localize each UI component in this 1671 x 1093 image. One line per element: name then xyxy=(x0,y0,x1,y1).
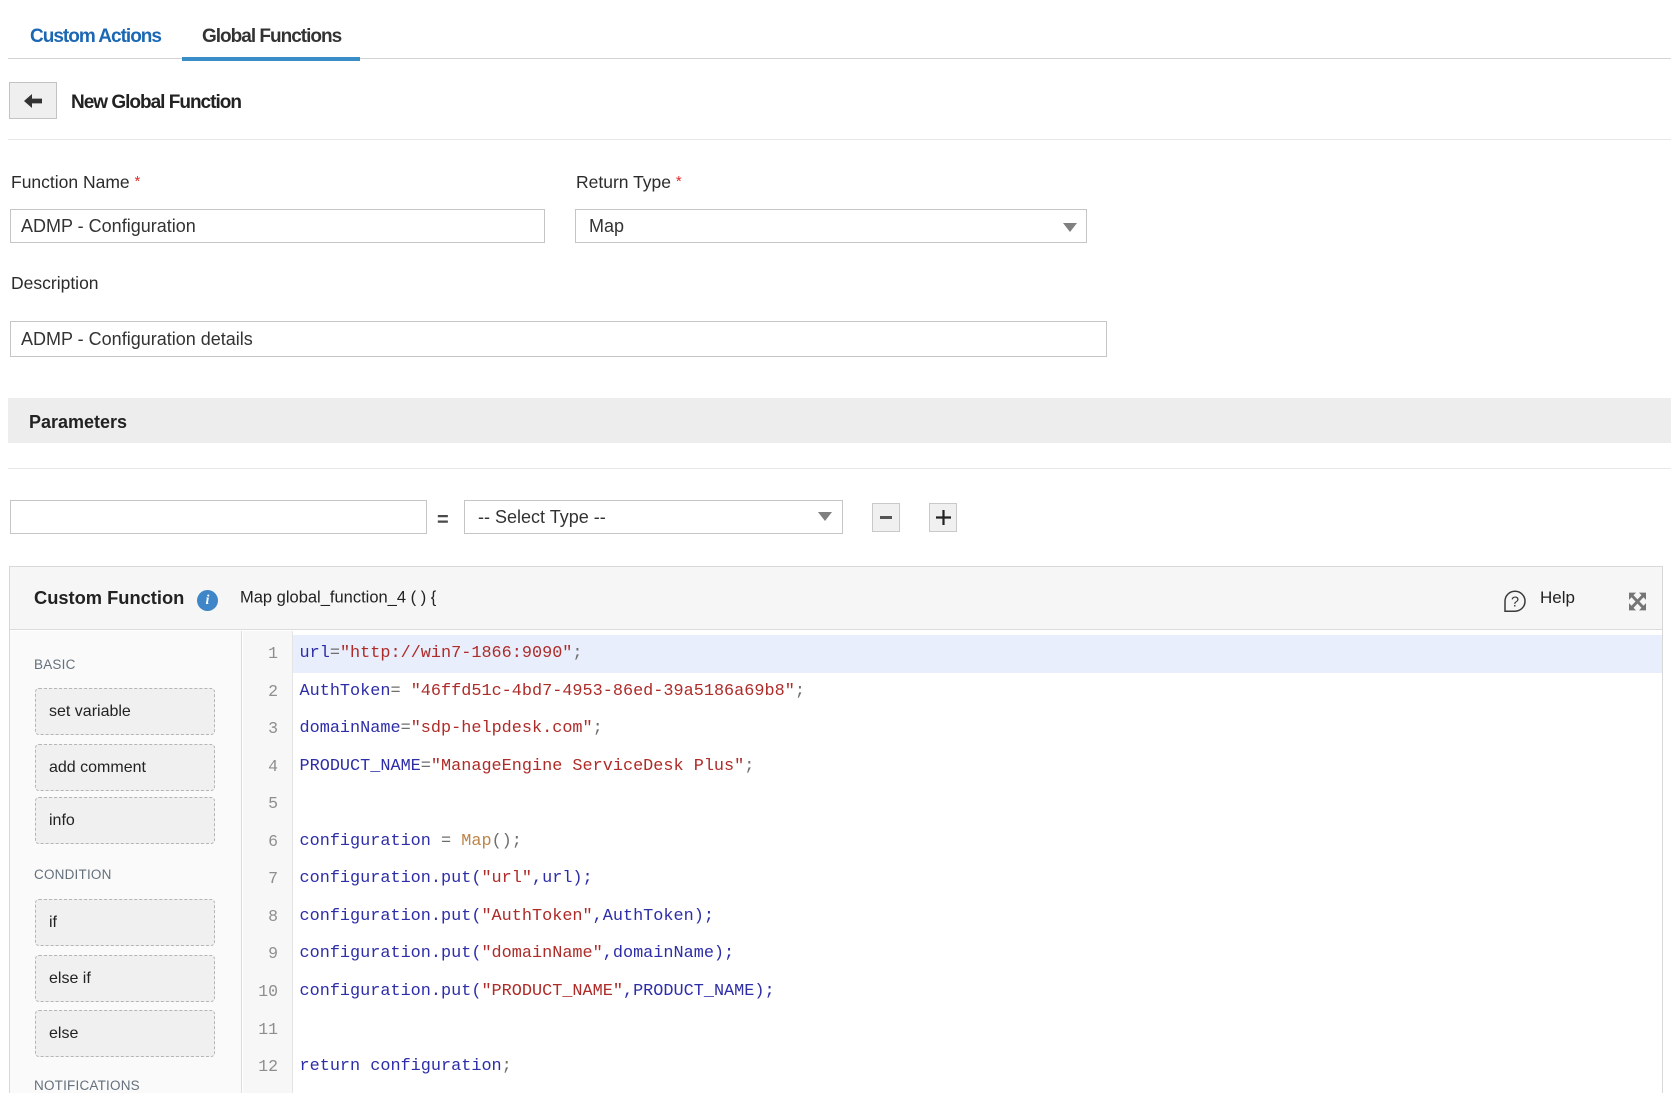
svg-text:?: ? xyxy=(1511,595,1519,611)
